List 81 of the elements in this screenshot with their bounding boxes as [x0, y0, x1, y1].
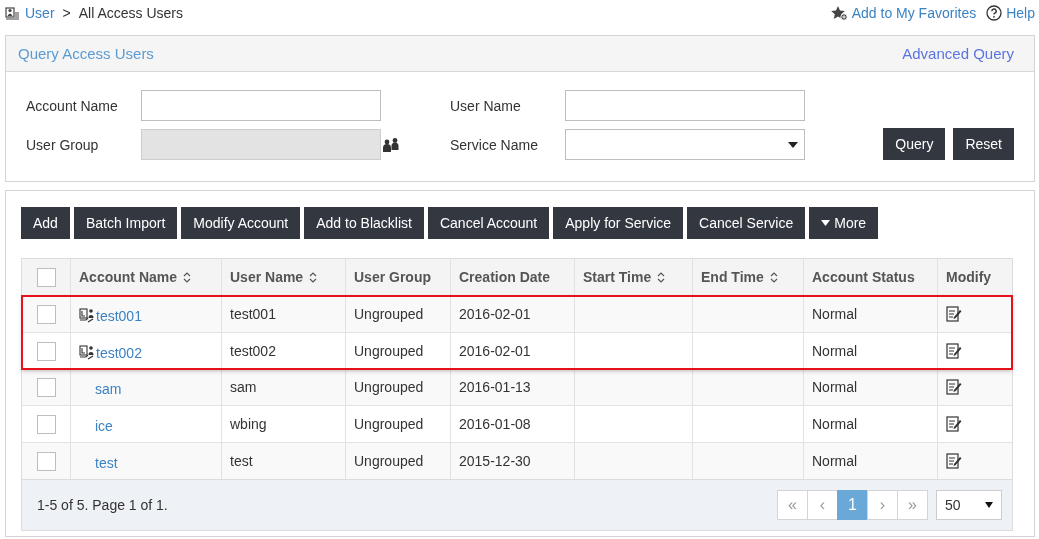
page-size-select[interactable]: 50 [936, 490, 1002, 520]
table-cell: wbing [230, 416, 267, 432]
star-icon [829, 4, 848, 21]
field-label: User Group [26, 136, 100, 153]
checkbox[interactable] [36, 304, 56, 324]
table-cell: 2015-12-30 [459, 453, 531, 469]
query-button[interactable]: Reset [953, 128, 1014, 160]
account-link[interactable]: ice [95, 418, 113, 434]
favorites-link[interactable]: Add to My Favorites [851, 4, 977, 21]
checkbox[interactable] [36, 341, 56, 361]
field-label: User Name [450, 97, 522, 114]
table-cell: test [230, 453, 253, 469]
checkbox[interactable] [36, 267, 56, 287]
column-header[interactable]: Start Time [583, 269, 652, 285]
breadcrumb-separator: > [62, 4, 71, 21]
edit-icon[interactable] [946, 306, 962, 322]
query-button[interactable]: Query [883, 128, 946, 160]
column-header[interactable]: Account Name [79, 269, 178, 285]
sort-icon[interactable] [769, 271, 778, 283]
account-link[interactable]: test002 [96, 345, 142, 361]
table-cell: Normal [812, 416, 858, 432]
column-header[interactable]: Creation Date [459, 269, 551, 285]
table-cell: Normal [812, 343, 858, 359]
toolbar-button[interactable]: Add to Blacklist [304, 207, 424, 239]
table-cell: 2016-02-01 [459, 306, 531, 322]
table-cell: test001 [230, 306, 276, 322]
column-header[interactable]: User Name [230, 269, 304, 285]
toolbar-button[interactable]: Cancel Account [427, 207, 550, 239]
table-cell: Normal [812, 379, 858, 395]
toolbar-button[interactable]: Cancel Service [687, 207, 806, 239]
table-cell: sam [230, 379, 257, 395]
breadcrumb-link[interactable]: User [25, 4, 55, 21]
checkbox[interactable] [36, 451, 56, 471]
caret-icon [985, 502, 993, 508]
panel-title: Query Access Users [18, 45, 154, 62]
checkbox[interactable] [36, 377, 56, 397]
toolbar-button[interactable]: Add [21, 207, 70, 239]
checkbox[interactable] [36, 414, 56, 434]
toolbar-button[interactable]: More [809, 207, 879, 239]
table-cell: Normal [812, 306, 858, 322]
toolbar-button[interactable]: Apply for Service [553, 207, 684, 239]
edit-icon[interactable] [946, 416, 962, 432]
sort-icon[interactable] [657, 271, 666, 283]
help-icon [986, 4, 1003, 21]
caret-icon [788, 141, 798, 148]
caret-icon [821, 220, 831, 226]
breadcrumb-current: All Access Users [78, 4, 183, 21]
input-field[interactable] [565, 90, 805, 121]
account-link[interactable]: sam [95, 381, 122, 397]
table-cell: test002 [230, 343, 276, 359]
edit-icon[interactable] [946, 453, 962, 469]
column-header[interactable]: End Time [701, 269, 764, 285]
users-icon[interactable] [382, 136, 400, 153]
edit-icon[interactable] [946, 379, 962, 395]
page-summary: 1-5 of 5. Page 1 of 1. [37, 497, 168, 513]
advanced-query-link[interactable]: Advanced Query [902, 45, 1014, 62]
table-cell: Ungrouped [354, 343, 424, 359]
help-link[interactable]: Help [1006, 4, 1035, 21]
account-link[interactable]: test [95, 455, 118, 471]
user-list-icon [5, 4, 21, 21]
field-label: Service Name [450, 136, 539, 153]
table-cell: Ungrouped [354, 453, 424, 469]
column-header[interactable]: Account Status [812, 269, 915, 285]
column-header[interactable]: User Group [354, 269, 431, 285]
table-cell: Ungrouped [354, 306, 424, 322]
account-link[interactable]: test001 [96, 308, 142, 324]
column-header[interactable]: Modify [946, 269, 992, 285]
edit-icon[interactable] [946, 343, 962, 359]
field-label: Account Name [26, 97, 119, 114]
toolbar-button[interactable]: Batch Import [73, 207, 178, 239]
sort-icon[interactable] [309, 271, 318, 283]
table-cell: Ungrouped [354, 416, 424, 432]
sort-icon[interactable] [183, 271, 192, 283]
select-field[interactable] [565, 129, 805, 160]
input-field[interactable] [141, 90, 381, 121]
table-cell: 2016-01-13 [459, 379, 531, 395]
table-cell: Ungrouped [354, 379, 424, 395]
toolbar-button[interactable]: Modify Account [181, 207, 301, 239]
table-cell: Normal [812, 453, 858, 469]
table-cell: 2016-02-01 [459, 343, 531, 359]
table-cell: 2016-01-08 [459, 416, 531, 432]
